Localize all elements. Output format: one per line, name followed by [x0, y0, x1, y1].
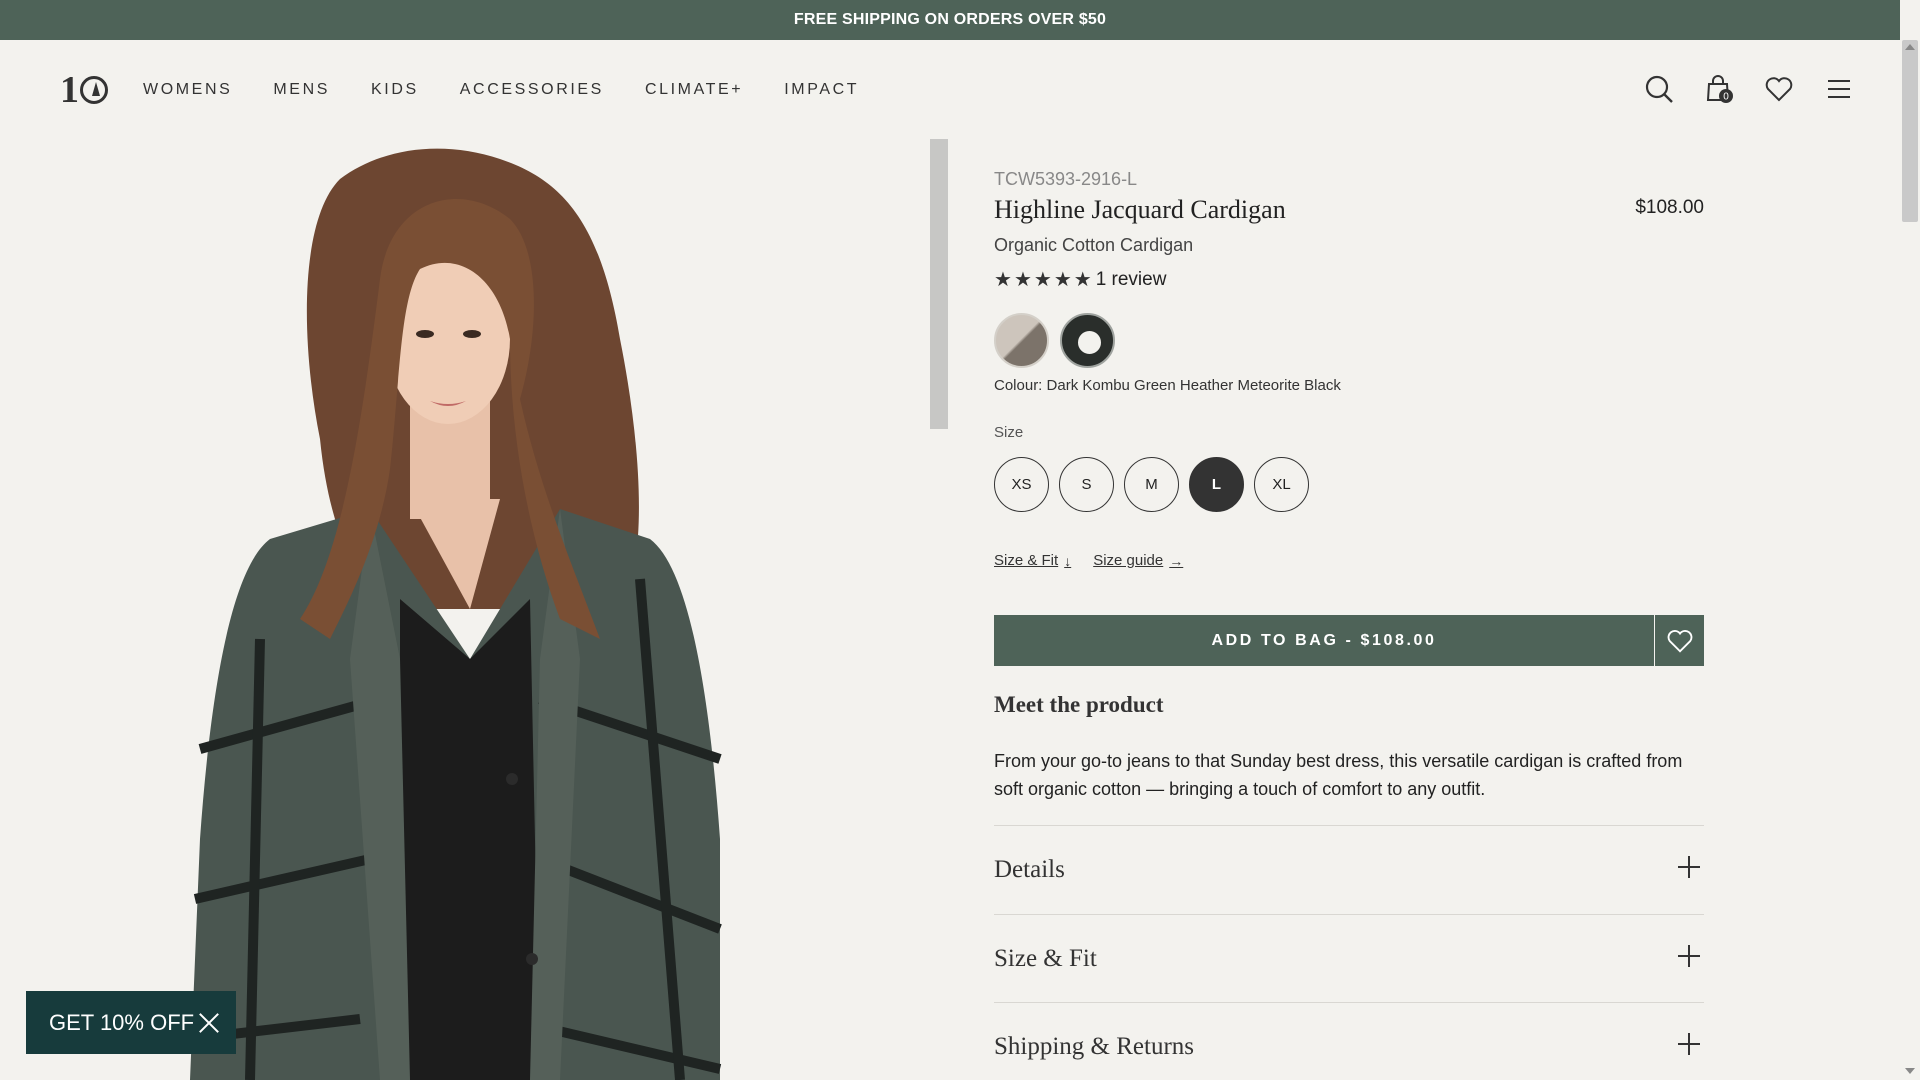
main-nav: WOMENS MENS KIDS ACCESSORIES CLIMATE+ IM… — [143, 40, 859, 139]
plus-icon — [1678, 945, 1700, 967]
scrollbar-thumb[interactable] — [1902, 40, 1918, 222]
discount-popup[interactable]: GET 10% OFF — [26, 991, 236, 1054]
scroll-down-icon[interactable] — [1905, 1068, 1915, 1074]
review-count[interactable]: 1 review — [1096, 269, 1167, 291]
tree-icon — [80, 76, 108, 104]
site-header: 1 WOMENS MENS KIDS ACCESSORIES CLIMATE+ … — [0, 40, 1900, 139]
star-rating: ★ ★ ★ ★ ★ — [994, 270, 1092, 290]
nav-climate[interactable]: CLIMATE+ — [645, 81, 743, 99]
product-image[interactable] — [0, 139, 948, 1080]
size-s[interactable]: S — [1059, 457, 1114, 512]
star-icon: ★ — [1053, 269, 1072, 291]
colour-label: Colour: Dark Kombu Green Heather Meteori… — [994, 377, 1341, 394]
product-subtitle: Organic Cotton Cardigan — [994, 235, 1194, 255]
size-links: Size & Fit ↓ Size guide → — [994, 552, 1183, 569]
star-icon: ★ — [1013, 269, 1032, 291]
add-to-bag-button[interactable]: ADD TO BAG - $108.00 — [994, 615, 1654, 666]
arrow-down-icon: ↓ — [1064, 552, 1072, 569]
heart-icon[interactable] — [1764, 74, 1794, 104]
model-photo — [0, 139, 948, 1080]
nav-womens[interactable]: WOMENS — [143, 81, 232, 99]
nav-kids[interactable]: KIDS — [371, 81, 419, 99]
nav-mens[interactable]: MENS — [273, 81, 330, 99]
size-selector: XS S M L XL — [994, 457, 1309, 512]
colour-swatch[interactable] — [994, 313, 1049, 368]
accordion-title: Shipping & Returns — [994, 1033, 1195, 1060]
colour-swatches — [994, 313, 1115, 368]
size-label: Size — [994, 424, 1024, 441]
size-l[interactable]: L — [1189, 457, 1244, 512]
plus-icon — [1678, 1033, 1700, 1055]
star-icon: ★ — [1033, 269, 1052, 291]
nav-accessories[interactable]: ACCESSORIES — [460, 81, 604, 99]
heart-icon — [1667, 629, 1692, 653]
close-icon[interactable] — [198, 1012, 220, 1034]
size-m[interactable]: M — [1124, 457, 1179, 512]
meet-heading: Meet the product — [994, 692, 1164, 717]
bag-icon[interactable]: 0 — [1704, 74, 1734, 104]
nav-impact[interactable]: IMPACT — [784, 81, 859, 99]
wishlist-button[interactable] — [1655, 615, 1704, 666]
product-price: $108.00 — [1635, 197, 1704, 218]
size-xl[interactable]: XL — [1254, 457, 1309, 512]
star-icon: ★ — [1073, 269, 1092, 291]
arrow-right-icon: → — [1169, 552, 1184, 569]
gallery-scrollbar[interactable] — [930, 139, 948, 429]
accordion-size-fit[interactable]: Size & Fit — [994, 914, 1704, 1003]
product-sku: TCW5393-2916-L — [994, 169, 1138, 189]
size-guide-label: Size guide — [1093, 552, 1164, 569]
product-description: From your go-to jeans to that Sunday bes… — [994, 751, 1683, 799]
size-fit-label: Size & Fit — [994, 552, 1059, 569]
accordion-details[interactable]: Details — [994, 825, 1704, 914]
size-fit-link[interactable]: Size & Fit ↓ — [994, 552, 1071, 569]
bag-count: 0 — [1723, 92, 1729, 103]
scroll-up-icon[interactable] — [1905, 44, 1915, 50]
offer-text: GET 10% OFF — [49, 1009, 195, 1035]
promo-banner: FREE SHIPPING ON ORDERS OVER $50 — [0, 0, 1900, 40]
colour-swatch-selected[interactable] — [1060, 313, 1115, 368]
plus-icon — [1678, 856, 1700, 878]
menu-icon[interactable] — [1824, 74, 1854, 104]
logo[interactable]: 1 — [60, 70, 108, 110]
search-icon[interactable] — [1644, 74, 1674, 104]
logo-one: 1 — [60, 69, 79, 111]
accordion-title: Size & Fit — [994, 945, 1097, 972]
promo-text: FREE SHIPPING ON ORDERS OVER $50 — [793, 11, 1107, 28]
product-title: Highline Jacquard Cardigan — [994, 195, 1286, 224]
size-xs[interactable]: XS — [994, 457, 1049, 512]
accordion-title: Details — [994, 856, 1065, 883]
star-icon: ★ — [994, 269, 1012, 291]
product-rating[interactable]: ★ ★ ★ ★ ★ 1 review — [994, 269, 1166, 291]
size-guide-link[interactable]: Size guide → — [1093, 552, 1183, 569]
accordion-shipping-returns[interactable]: Shipping & Returns — [994, 1002, 1704, 1080]
